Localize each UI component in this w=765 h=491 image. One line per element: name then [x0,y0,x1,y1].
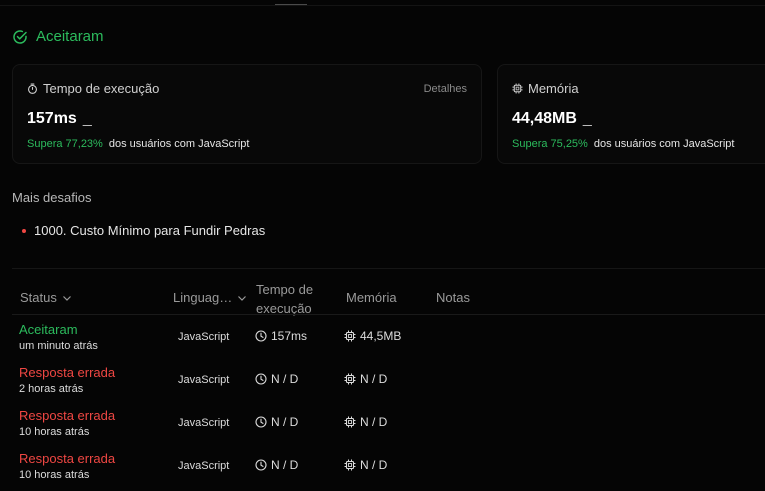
memory-beats: Supera 75,25% [512,138,588,150]
row-runtime-value: 157ms [271,329,308,343]
memory-value: 44,48MB _ [512,110,592,128]
runtime-card[interactable]: Tempo de execução Detalhes 157ms _ Supera… [12,64,482,164]
runtime-value-text: 157ms [27,110,77,127]
row-language: JavaScript [178,417,230,429]
row-time-ago: um minuto atrás [19,340,98,352]
memory-value-text: 44,48MB [512,110,577,127]
row-memory-value: 44,5MB [360,329,402,343]
clock-icon [255,330,267,342]
table-row[interactable]: Aceitaram um minuto atrás JavaScript 157… [0,316,765,359]
status-label: Aceitaram [36,28,104,45]
row-runtime: N / D [255,415,298,429]
chevron-down-icon [237,293,247,303]
runtime-title-text: Tempo de execução [43,81,160,96]
details-link[interactable]: Detalhes [424,83,467,95]
row-status[interactable]: Resposta errada [19,408,115,423]
memory-compare-text: dos usuários com JavaScript [593,138,735,150]
row-memory: N / D [344,415,387,429]
submission-status-header: Aceitaram [12,28,104,45]
row-language: JavaScript [178,374,230,386]
memory-card[interactable]: Memória 44,48MB _ Supera 75,25% dos usuári… [497,64,765,164]
row-memory-value: N / D [360,415,388,429]
row-runtime-value: N / D [271,372,299,386]
row-runtime: 157ms [255,329,307,343]
runtime-header-line1: Tempo de [256,282,314,297]
row-time-ago: 2 horas atrás [19,383,84,395]
row-runtime: N / D [255,458,298,472]
runtime-cursor: _ [82,110,92,127]
more-challenges-heading: Mais desafios [12,190,92,205]
clock-icon [255,416,267,428]
row-language: JavaScript [178,331,230,343]
memory-title: Memória [512,81,579,96]
clock-icon [255,459,267,471]
row-time-ago: 10 horas atrás [19,426,90,438]
runtime-title: Tempo de execução [27,81,159,96]
runtime-column-header: Tempo de execução [256,280,313,318]
chip-icon [344,416,356,428]
row-memory-value: N / D [360,458,388,472]
row-memory: N / D [344,372,387,386]
challenge-item[interactable]: 1000. Custo Mínimo para Fundir Pedras [22,223,265,238]
difficulty-dot-icon [22,228,26,233]
table-row[interactable]: Resposta errada 10 horas atrás JavaScrip… [0,402,765,445]
row-language: JavaScript [178,460,230,472]
chevron-down-icon [62,293,72,303]
notes-column-header: Notas [436,290,470,305]
memory-comparison: Supera 75,25% dos usuários com JavaScript [512,138,734,150]
row-status[interactable]: Aceitaram [19,322,78,337]
table-header-divider [12,314,765,315]
status-header-label: Status [20,290,57,305]
table-row[interactable]: Resposta errada 2 horas atrás JavaScript… [0,359,765,402]
panel-drag-handle[interactable] [275,4,307,5]
table-row[interactable]: Resposta errada 10 horas atrás JavaScrip… [0,445,765,488]
runtime-beats: Supera 77,23% [27,138,103,150]
memory-column-header: Memória [346,290,397,305]
stopwatch-icon [27,83,38,94]
language-column-header[interactable]: Linguag… [173,290,247,305]
runtime-value: 157ms _ [27,110,92,128]
check-circle-icon [12,29,28,45]
runtime-comparison: Supera 77,23% dos usuários com JavaScript [27,138,249,150]
chip-icon [344,373,356,385]
row-time-ago: 10 horas atrás [19,469,90,481]
clock-icon [255,373,267,385]
chip-icon [344,330,356,342]
section-divider [12,268,765,269]
language-header-label: Linguag… [173,290,233,305]
row-memory: 44,5MB [344,329,401,343]
chip-icon [512,83,523,94]
chip-icon [344,459,356,471]
row-memory: N / D [344,458,387,472]
memory-title-text: Memória [528,81,579,96]
challenge-title: 1000. Custo Mínimo para Fundir Pedras [34,223,266,238]
top-border-line [0,5,765,6]
row-runtime-value: N / D [271,458,299,472]
row-memory-value: N / D [360,372,388,386]
row-runtime: N / D [255,372,298,386]
memory-cursor: _ [582,110,592,127]
runtime-compare-text: dos usuários com JavaScript [108,138,250,150]
status-column-header[interactable]: Status [20,290,72,305]
row-status[interactable]: Resposta errada [19,451,115,466]
row-status[interactable]: Resposta errada [19,365,115,380]
row-runtime-value: N / D [271,415,299,429]
